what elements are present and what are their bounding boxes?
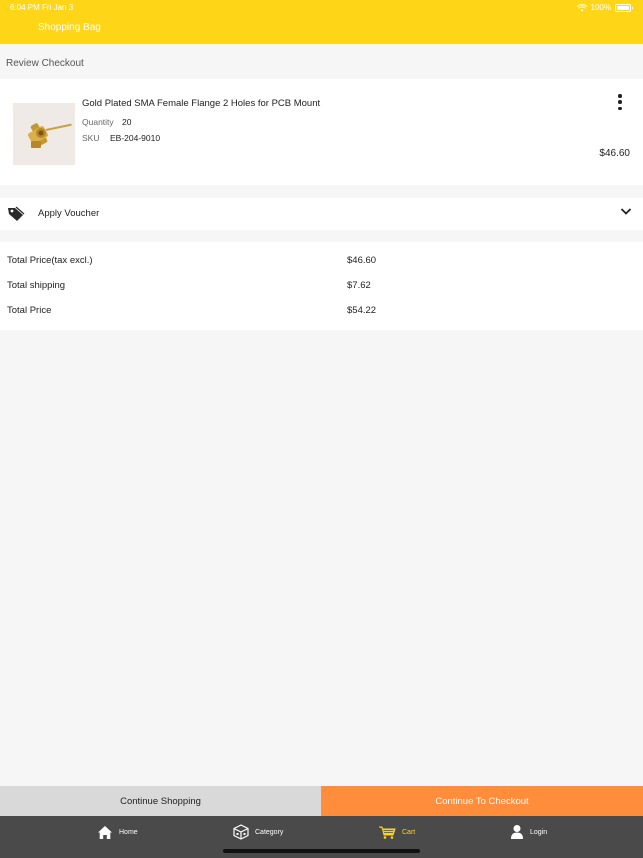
sku-label: SKU [82,133,100,143]
tab-category-label: Category [255,828,284,836]
home-icon [98,825,112,839]
cart-item-card [0,79,643,185]
section-title: Review Checkout [6,58,84,69]
tab-category[interactable]: Category [233,824,283,840]
tab-home[interactable]: Home [97,824,138,840]
sku-value: EB-204-9010 [110,133,161,143]
apply-voucher-label[interactable]: Apply Voucher [38,208,99,219]
user-icon [511,825,523,839]
battery-percent: 100% [590,3,611,12]
product-price: $46.60 [599,148,630,159]
status-indicators: 100% [576,3,633,12]
product-image[interactable] [13,103,75,165]
tab-login-label: Login [530,828,548,836]
quantity-value: 20 [122,117,132,127]
tab-home-label: Home [119,828,138,836]
continue-shopping-button[interactable]: Continue Shopping [0,786,321,816]
subtotal-value: $46.60 [347,255,377,266]
wifi-icon [576,3,587,11]
continue-to-checkout-button[interactable]: Continue To Checkout [321,786,643,816]
total-price-value: $54.22 [347,305,377,316]
status-time: 6:04 PM Fri Jan 3 [10,3,74,12]
home-indicator [223,849,420,853]
shipping-label: Total shipping [7,280,66,291]
tab-cart[interactable]: Cart [378,824,415,840]
chevron-down-icon[interactable] [620,206,632,216]
more-options-icon[interactable] [614,94,626,110]
page-title: Shopping Bag [38,22,101,33]
tab-cart-label: Cart [402,828,416,836]
battery-icon [615,3,633,12]
quantity-label: Quantity [82,117,114,127]
category-icon [233,824,249,840]
product-name[interactable]: Gold Plated SMA Female Flange 2 Holes fo… [82,98,320,109]
tag-icon [8,206,25,221]
connector-image-icon [27,123,72,148]
tab-login[interactable]: Login [510,824,547,840]
shipping-value: $7.62 [347,280,371,291]
cart-icon [379,826,396,839]
total-price-label: Total Price [7,305,52,316]
price-summary [0,242,643,330]
subtotal-label: Total Price(tax excl.) [7,255,93,266]
